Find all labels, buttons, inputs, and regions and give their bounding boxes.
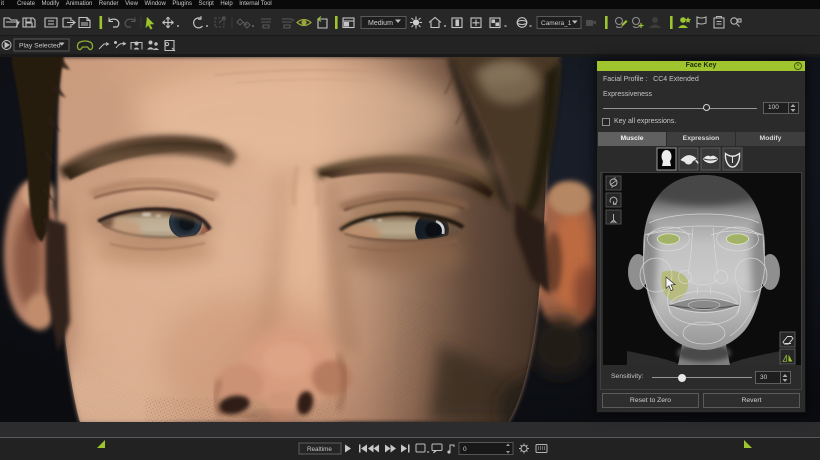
svg-text:Medium: Medium [368, 20, 393, 27]
svg-text:Camera_1: Camera_1 [541, 20, 572, 27]
svg-text:0: 0 [463, 446, 467, 453]
svg-text:Play Selected: Play Selected [19, 43, 61, 50]
svg-text:Realtime: Realtime [307, 446, 332, 453]
